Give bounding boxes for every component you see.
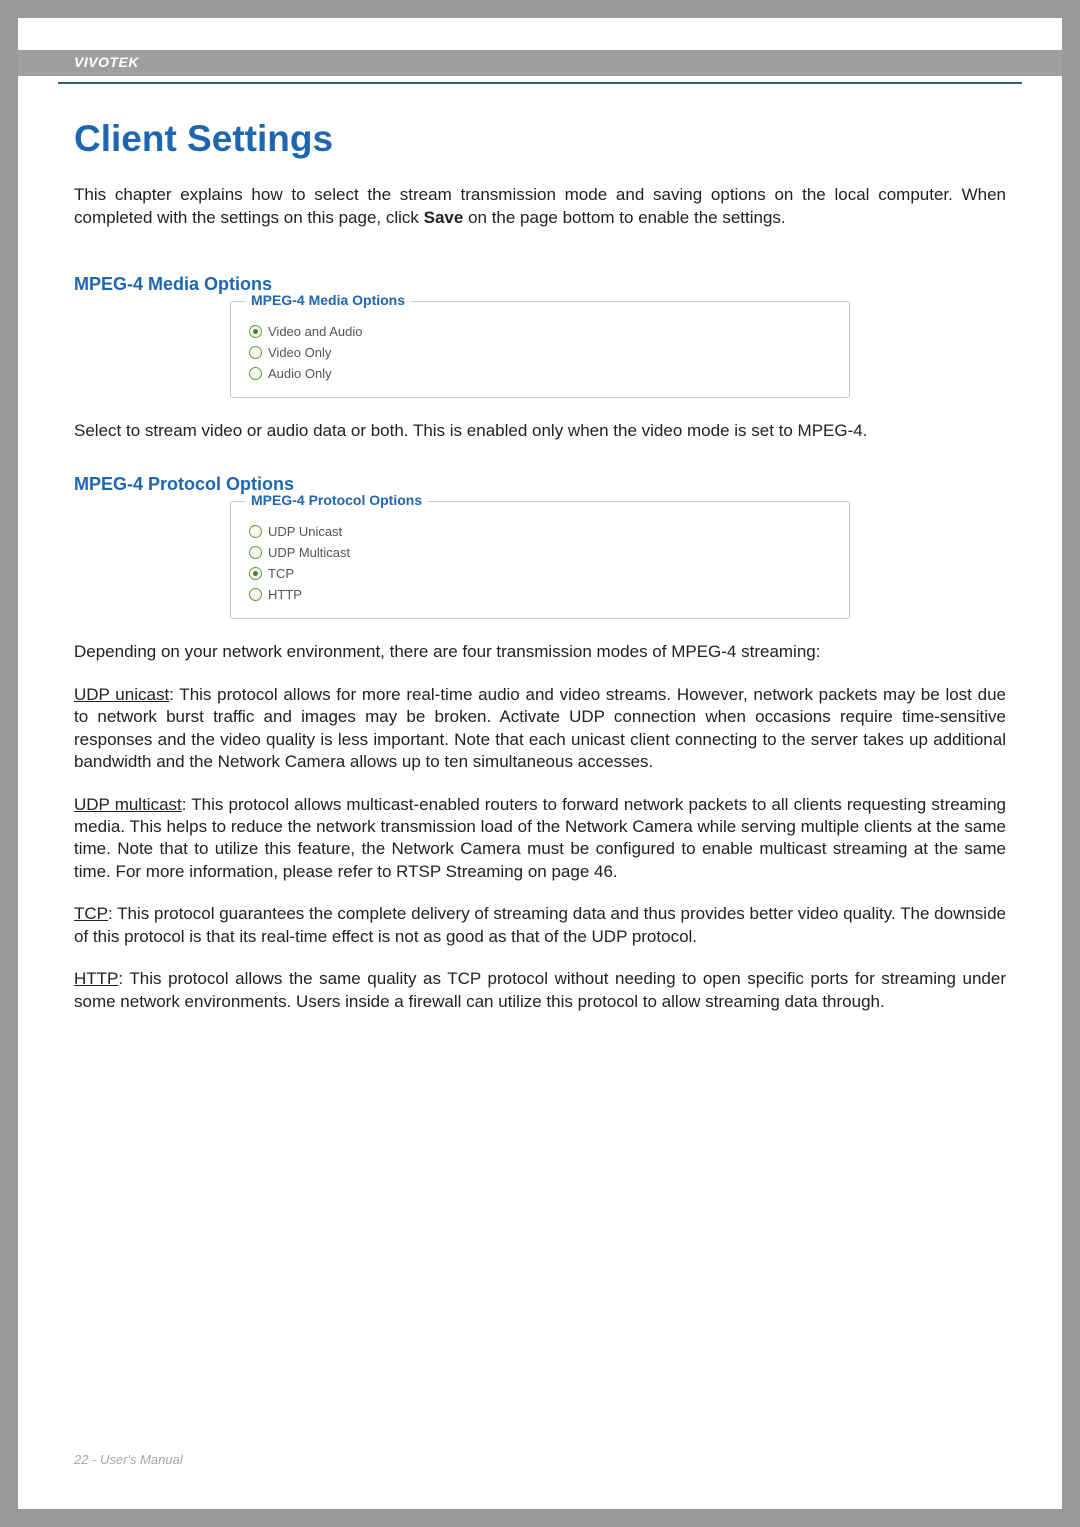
section-heading-media: MPEG-4 Media Options bbox=[74, 274, 1006, 295]
proto-text-http: : This protocol allows the same quality … bbox=[74, 969, 1006, 1010]
radio-icon bbox=[249, 367, 262, 380]
intro-save-word: Save bbox=[424, 208, 464, 227]
footer: 22 - User's Manual bbox=[74, 1452, 183, 1467]
proto-text-udp-unicast: : This protocol allows for more real-tim… bbox=[74, 685, 1006, 771]
paragraph-http: HTTP: This protocol allows the same qual… bbox=[74, 968, 1006, 1013]
proto-text-udp-multicast: : This protocol allows multicast-enabled… bbox=[74, 795, 1006, 881]
media-options-fieldset: MPEG-4 Media Options Video and Audio Vid… bbox=[230, 301, 850, 398]
section-heading-protocol: MPEG-4 Protocol Options bbox=[74, 474, 1006, 495]
media-options-legend: MPEG-4 Media Options bbox=[245, 292, 411, 308]
option-video-and-audio[interactable]: Video and Audio bbox=[249, 324, 831, 339]
paragraph-tcp: TCP: This protocol guarantees the comple… bbox=[74, 903, 1006, 948]
proto-name-udp-unicast: UDP unicast bbox=[74, 685, 169, 704]
option-http[interactable]: HTTP bbox=[249, 587, 831, 602]
option-label: Audio Only bbox=[268, 366, 332, 381]
content: Client Settings This chapter explains ho… bbox=[18, 84, 1062, 1013]
footer-page-number: 22 bbox=[74, 1452, 88, 1467]
brand-text: VIVOTEK bbox=[74, 54, 139, 70]
radio-icon bbox=[249, 525, 262, 538]
option-video-only[interactable]: Video Only bbox=[249, 345, 831, 360]
paragraph-udp-multicast: UDP multicast: This protocol allows mult… bbox=[74, 794, 1006, 884]
option-audio-only[interactable]: Audio Only bbox=[249, 366, 831, 381]
option-label: UDP Unicast bbox=[268, 524, 342, 539]
protocol-options-fieldset: MPEG-4 Protocol Options UDP Unicast UDP … bbox=[230, 501, 850, 619]
proto-name-udp-multicast: UDP multicast bbox=[74, 795, 182, 814]
proto-text-tcp: : This protocol guarantees the complete … bbox=[74, 904, 1006, 945]
protocol-options-group: MPEG-4 Protocol Options UDP Unicast UDP … bbox=[230, 501, 850, 619]
option-label: TCP bbox=[268, 566, 294, 581]
option-tcp[interactable]: TCP bbox=[249, 566, 831, 581]
intro-part2: on the page bottom to enable the setting… bbox=[463, 208, 785, 227]
option-udp-unicast[interactable]: UDP Unicast bbox=[249, 524, 831, 539]
option-udp-multicast[interactable]: UDP Multicast bbox=[249, 545, 831, 560]
page: VIVOTEK Client Settings This chapter exp… bbox=[18, 18, 1062, 1509]
radio-icon bbox=[249, 546, 262, 559]
header-band: VIVOTEK bbox=[18, 50, 1062, 76]
page-title: Client Settings bbox=[74, 118, 1006, 160]
footer-label: User's Manual bbox=[100, 1452, 183, 1467]
media-options-group: MPEG-4 Media Options Video and Audio Vid… bbox=[230, 301, 850, 398]
radio-icon bbox=[249, 588, 262, 601]
protocol-intro: Depending on your network environment, t… bbox=[74, 641, 1006, 663]
option-label: Video and Audio bbox=[268, 324, 362, 339]
radio-icon bbox=[249, 346, 262, 359]
radio-icon bbox=[249, 567, 262, 580]
option-label: UDP Multicast bbox=[268, 545, 350, 560]
radio-icon bbox=[249, 325, 262, 338]
proto-name-http: HTTP bbox=[74, 969, 118, 988]
option-label: HTTP bbox=[268, 587, 302, 602]
intro-paragraph: This chapter explains how to select the … bbox=[74, 184, 1006, 230]
footer-sep: - bbox=[88, 1452, 100, 1467]
paragraph-udp-unicast: UDP unicast: This protocol allows for mo… bbox=[74, 684, 1006, 774]
protocol-options-legend: MPEG-4 Protocol Options bbox=[245, 492, 428, 508]
option-label: Video Only bbox=[268, 345, 331, 360]
media-options-desc: Select to stream video or audio data or … bbox=[74, 420, 1006, 442]
proto-name-tcp: TCP bbox=[74, 904, 108, 923]
